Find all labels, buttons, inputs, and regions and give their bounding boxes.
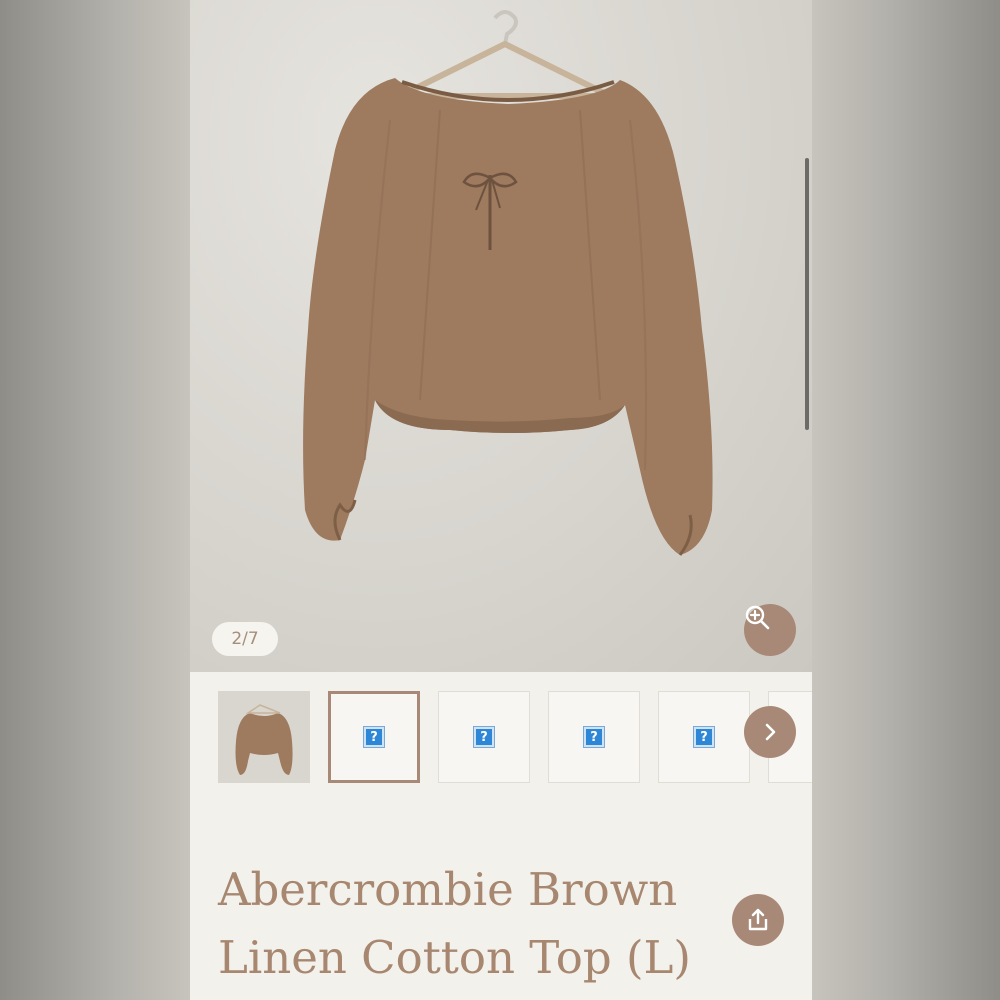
zoom-button[interactable] <box>744 604 796 656</box>
product-title-line-1: Abercrombie Brown <box>218 863 678 916</box>
thumbnail-strip: ? ? ? ? ? <box>190 672 812 802</box>
product-title: Abercrombie Brown Linen Cotton Top (L) <box>218 856 718 992</box>
main-product-photo[interactable]: 2/7 <box>190 0 812 672</box>
left-blurred-background <box>0 0 190 1000</box>
image-counter: 2/7 <box>212 622 278 656</box>
broken-image-icon: ? <box>694 727 714 747</box>
zoom-in-icon <box>745 605 770 630</box>
share-icon <box>748 908 768 931</box>
thumbnail-1[interactable] <box>218 691 310 783</box>
thumbnail-2[interactable]: ? <box>328 691 420 783</box>
thumbnail-photo <box>218 691 310 783</box>
chevron-right-icon <box>765 723 776 741</box>
next-thumbnails-button[interactable] <box>744 706 796 758</box>
thumbnail-3[interactable]: ? <box>438 691 530 783</box>
broken-image-icon: ? <box>584 727 604 747</box>
broken-image-icon: ? <box>364 727 384 747</box>
product-title-line-2: Linen Cotton Top (L) <box>218 931 691 984</box>
broken-image-icon: ? <box>474 727 494 747</box>
scroll-indicator[interactable] <box>805 158 809 430</box>
blouse-illustration <box>303 10 713 556</box>
product-page: 2/7 ? ? ? ? ? <box>190 0 812 1000</box>
share-button[interactable] <box>732 894 784 946</box>
thumbnail-4[interactable]: ? <box>548 691 640 783</box>
thumbnail-5[interactable]: ? <box>658 691 750 783</box>
right-blurred-background <box>812 0 1000 1000</box>
